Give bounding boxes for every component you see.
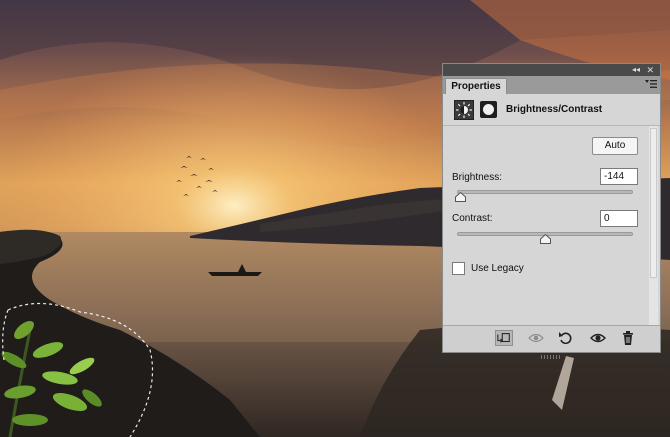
use-legacy-label: Use Legacy <box>471 263 524 274</box>
brightness-slider-track[interactable] <box>457 190 633 194</box>
panel-tab-bar: Properties <box>443 76 660 94</box>
brightness-adjustment-icon[interactable] <box>454 100 474 120</box>
contrast-slider-thumb[interactable] <box>539 234 551 244</box>
contrast-label: Contrast: <box>452 213 493 224</box>
layer-mask-icon[interactable] <box>480 101 497 118</box>
scrollbar-thumb[interactable] <box>650 128 657 278</box>
panel-menu-icon[interactable] <box>645 79 657 89</box>
reset-icon[interactable] <box>557 330 575 346</box>
panel-bottom-toolbar <box>443 325 660 359</box>
properties-panel: ◂◂ ✕ Properties Brightness/Contrast Auto… <box>442 63 661 359</box>
adjustment-title: Brightness/Contrast <box>506 104 603 115</box>
adjustment-header: Brightness/Contrast <box>443 94 660 126</box>
brightness-slider-thumb[interactable] <box>455 192 467 202</box>
panel-title-bar[interactable]: ◂◂ ✕ <box>443 64 660 76</box>
contrast-input[interactable]: 0 <box>600 210 638 227</box>
double-chevron-right-icon[interactable]: ◂◂ <box>632 64 640 76</box>
use-legacy-checkbox[interactable] <box>452 262 465 275</box>
visibility-eye-icon[interactable] <box>589 330 607 346</box>
auto-button[interactable]: Auto <box>592 137 638 155</box>
resize-grip-icon[interactable] <box>541 355 561 359</box>
clip-to-layer-icon[interactable] <box>495 330 513 346</box>
close-icon[interactable]: ✕ <box>646 64 654 76</box>
brightness-input[interactable]: -144 <box>600 168 638 185</box>
tab-properties[interactable]: Properties <box>445 78 507 94</box>
view-previous-state-icon[interactable] <box>527 330 545 346</box>
panel-scrollbar[interactable] <box>649 126 658 326</box>
trash-icon[interactable] <box>619 330 637 346</box>
brightness-label: Brightness: <box>452 172 503 183</box>
